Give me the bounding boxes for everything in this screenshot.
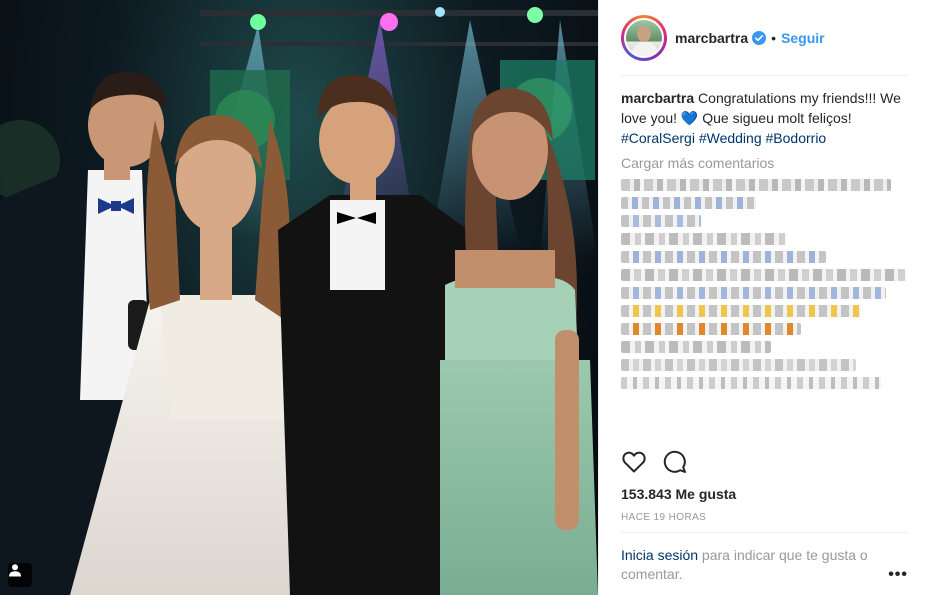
blurred-comment-line xyxy=(621,179,891,191)
blurred-comment-line xyxy=(621,377,881,389)
load-more-comments-button[interactable]: Cargar más comentarios xyxy=(621,155,913,171)
post-photo[interactable] xyxy=(0,0,598,595)
post-header: marcbartra • Seguir xyxy=(599,0,930,75)
blurred-comment-line xyxy=(621,323,801,335)
blurred-comment-line xyxy=(621,197,756,209)
likes-count[interactable]: 153.843 Me gusta xyxy=(621,486,736,502)
blurred-comment-line xyxy=(621,341,771,353)
login-prompt: Inicia sesión para indicar que te gusta … xyxy=(621,546,891,584)
user-tag-icon xyxy=(9,564,21,577)
avatar[interactable] xyxy=(624,17,664,58)
hashtag-link[interactable]: #Bodorrio xyxy=(766,130,827,146)
post-side-panel: marcbartra • Seguir marcbartra Congratul… xyxy=(598,0,930,595)
header-separator: • xyxy=(771,29,777,46)
post-timestamp[interactable]: HACE 19 HORAS xyxy=(621,512,706,523)
user-tag-button[interactable] xyxy=(8,563,32,587)
caption-username-link[interactable]: marcbartra xyxy=(621,90,694,106)
blurred-comment-line xyxy=(621,251,826,263)
more-options-button[interactable]: ••• xyxy=(888,566,908,584)
blurred-comment-line xyxy=(621,269,906,281)
caption: marcbartra Congratulations my friends!!!… xyxy=(621,88,913,148)
blurred-comment-line xyxy=(621,287,886,299)
blurred-comment-line xyxy=(621,233,786,245)
hashtag-link[interactable]: #Wedding xyxy=(699,130,762,146)
wedding-photo-illustration xyxy=(0,7,598,595)
heart-icon[interactable] xyxy=(621,450,647,474)
header-divider xyxy=(621,75,908,76)
blurred-comment-line xyxy=(621,215,701,227)
verified-badge-icon xyxy=(752,30,767,45)
blurred-comments xyxy=(621,179,913,389)
avatar-story-ring[interactable] xyxy=(621,14,667,61)
footer-divider xyxy=(621,532,908,533)
post-actions xyxy=(621,450,703,474)
login-link[interactable]: Inicia sesión xyxy=(621,547,698,563)
follow-button[interactable]: Seguir xyxy=(781,30,825,46)
header-username-link[interactable]: marcbartra xyxy=(675,30,748,46)
comments-section: marcbartra Congratulations my friends!!!… xyxy=(621,88,913,389)
hashtag-link[interactable]: #CoralSergi xyxy=(621,130,695,146)
blurred-comment-line xyxy=(621,359,856,371)
comment-bubble-icon[interactable] xyxy=(663,450,687,474)
blurred-comment-line xyxy=(621,305,861,317)
